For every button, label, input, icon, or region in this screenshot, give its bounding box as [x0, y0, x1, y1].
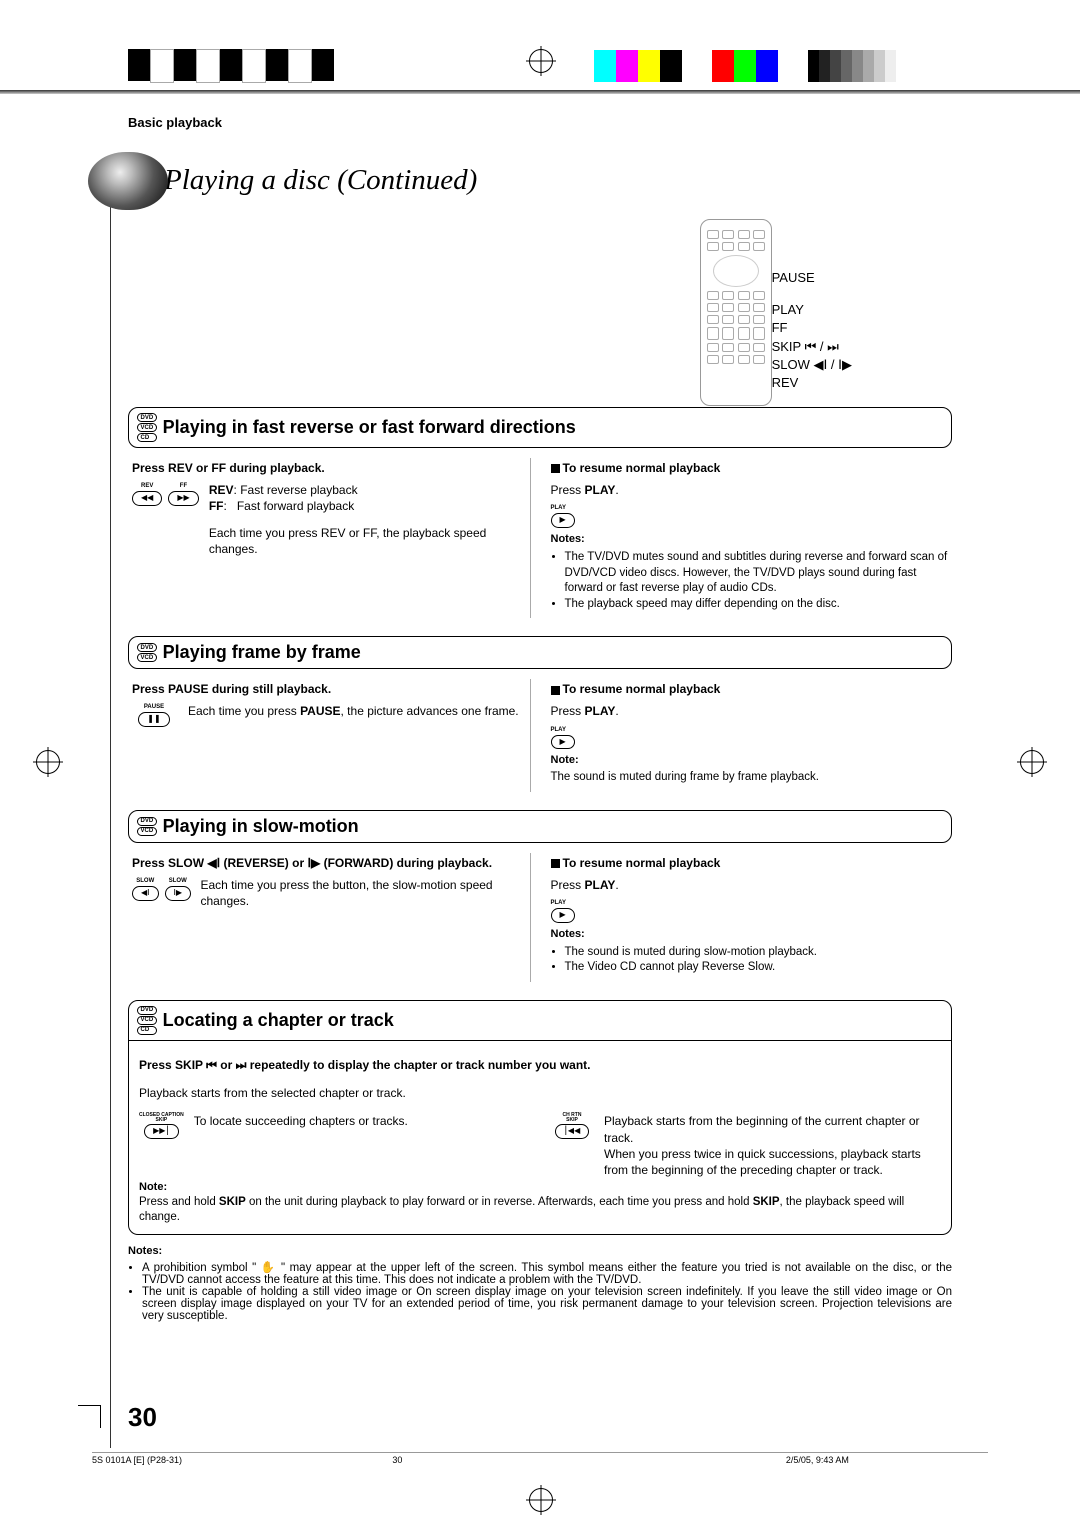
resume-heading: To resume normal playback: [563, 461, 721, 475]
notes-label: Notes:: [551, 532, 949, 547]
play-icon: PLAY▶: [551, 726, 949, 750]
remote-diagram: [700, 219, 772, 406]
final-note-item: A prohibition symbol " ✋ " may appear at…: [142, 1260, 952, 1286]
disc-tag: DVD: [137, 643, 157, 652]
instruction: Press REV or FF during playback.: [132, 460, 530, 476]
play-icon: PLAY▶: [551, 504, 949, 528]
disc-tag: CD: [137, 433, 157, 442]
page-number: 30: [128, 1402, 157, 1433]
left-margin-rule: [110, 160, 111, 1448]
note-item: The playback speed may differ depending …: [565, 597, 949, 613]
chrtn-icon: CH RTNSKIP⎮◀◀: [550, 1113, 594, 1178]
section-title: Playing in fast reverse or fast forward …: [163, 417, 576, 438]
note-label: Note:: [139, 1180, 941, 1195]
instruction: Press SKIP ⏮ or ⏭ repeatedly to display …: [139, 1057, 941, 1073]
disc-tag: VCD: [137, 827, 157, 836]
footer-right: 2/5/05, 9:43 AM: [786, 1455, 988, 1465]
final-notes-label: Notes:: [128, 1245, 952, 1257]
final-note-item: The unit is capable of holding a still v…: [142, 1286, 952, 1322]
remote-label-skip: SKIP ⏮ / ⏭: [772, 338, 852, 356]
note-item: The TV/DVD mutes sound and subtitles dur…: [565, 550, 949, 597]
remote-label-ff: FF: [772, 319, 852, 337]
disc-tag: CD: [137, 1026, 157, 1035]
slow-desc: Each time you press the button, the slow…: [200, 877, 529, 909]
footer: 5S 0101A [E] (P28-31) 30 2/5/05, 9:43 AM: [92, 1452, 988, 1465]
section-header-locate: DVD VCD CD Locating a chapter or track: [128, 1000, 952, 1041]
frame-desc: Each time you press PAUSE, the picture a…: [188, 703, 519, 719]
press-play: Press PLAY.: [551, 877, 949, 893]
registration-mark: [36, 750, 60, 774]
registration-mark: [1020, 750, 1044, 774]
play-icon: PLAY▶: [551, 899, 949, 923]
pause-icon: PAUSE❚❚: [132, 703, 176, 727]
disc-tag: DVD: [137, 817, 157, 826]
slow-icons: SLOW◀Ⅰ SLOWⅠ▶: [132, 877, 188, 901]
square-bullet-icon: [551, 859, 560, 868]
ff-desc: Fast forward playback: [237, 499, 354, 513]
disc-tag: VCD: [137, 653, 157, 662]
resume-heading: To resume normal playback: [563, 856, 721, 870]
section-header-fastrev: DVD VCD CD Playing in fast reverse or fa…: [128, 407, 952, 448]
remote-label-rev: REV: [772, 374, 852, 392]
press-play: Press PLAY.: [551, 482, 949, 498]
page-title: Playing a disc (Continued): [164, 164, 477, 197]
ccskip-icon: CLOSED CAPTIONSKIP▶▶⎮: [139, 1113, 184, 1178]
note-item: The Video CD cannot play Reverse Slow.: [565, 960, 949, 976]
section-header-slow: DVD VCD Playing in slow-motion: [128, 810, 952, 843]
note-text: The sound is muted during frame by frame…: [551, 770, 949, 786]
disc-tag: DVD: [137, 413, 157, 422]
remote-label-play: PLAY: [772, 301, 852, 319]
remote-label-list: PAUSE PLAY FF SKIP ⏮ / ⏭ SLOW ◀Ⅰ / Ⅰ▶ RE…: [772, 269, 852, 392]
speed-note: Each time you press REV or FF, the playb…: [209, 525, 530, 557]
section-title: Playing in slow-motion: [163, 816, 359, 837]
ff-label: FF: [209, 499, 224, 513]
rev-desc: Fast reverse playback: [240, 483, 357, 497]
section-label: Basic playback: [128, 115, 952, 130]
skip-hold-note: Press and hold SKIP on the unit during p…: [139, 1195, 941, 1226]
press-play: Press PLAY.: [551, 703, 949, 719]
color-bar-shadow: [0, 90, 1080, 94]
chrtn-desc-b: When you press twice in quick succession…: [604, 1146, 941, 1178]
resume-heading: To resume normal playback: [563, 682, 721, 696]
ccskip-desc: To locate succeeding chapters or tracks.: [194, 1113, 408, 1178]
remote-label-pause: PAUSE: [772, 269, 852, 287]
note-item: The sound is muted during slow-motion pl…: [565, 945, 949, 961]
instruction: Press PAUSE during still playback.: [132, 681, 530, 697]
footer-center: 30: [229, 1455, 566, 1465]
section-title: Locating a chapter or track: [163, 1010, 394, 1031]
disc-tag: DVD: [137, 1006, 157, 1015]
registration-mark: [529, 49, 553, 73]
crop-mark: [78, 1405, 101, 1428]
notes-label: Notes:: [551, 927, 949, 942]
registration-mark: [529, 1488, 553, 1512]
rev-ff-icons: REV◀◀ FF▶▶: [132, 482, 197, 506]
title-sphere-graphic: [88, 152, 168, 210]
playback-starts: Playback starts from the selected chapte…: [139, 1085, 941, 1101]
instruction: Press SLOW ◀Ⅰ (REVERSE) or Ⅰ▶ (FORWARD) …: [132, 855, 530, 871]
remote-label-slow: SLOW ◀Ⅰ / Ⅰ▶: [772, 356, 852, 374]
section-title: Playing frame by frame: [163, 642, 361, 663]
square-bullet-icon: [551, 686, 560, 695]
section-header-frame: DVD VCD Playing frame by frame: [128, 636, 952, 669]
note-label: Note:: [551, 753, 949, 768]
rev-label: REV: [209, 483, 234, 497]
square-bullet-icon: [551, 464, 560, 473]
disc-tag: VCD: [137, 1016, 157, 1025]
disc-tag: VCD: [137, 423, 157, 432]
chrtn-desc-a: Playback starts from the beginning of th…: [604, 1113, 941, 1145]
